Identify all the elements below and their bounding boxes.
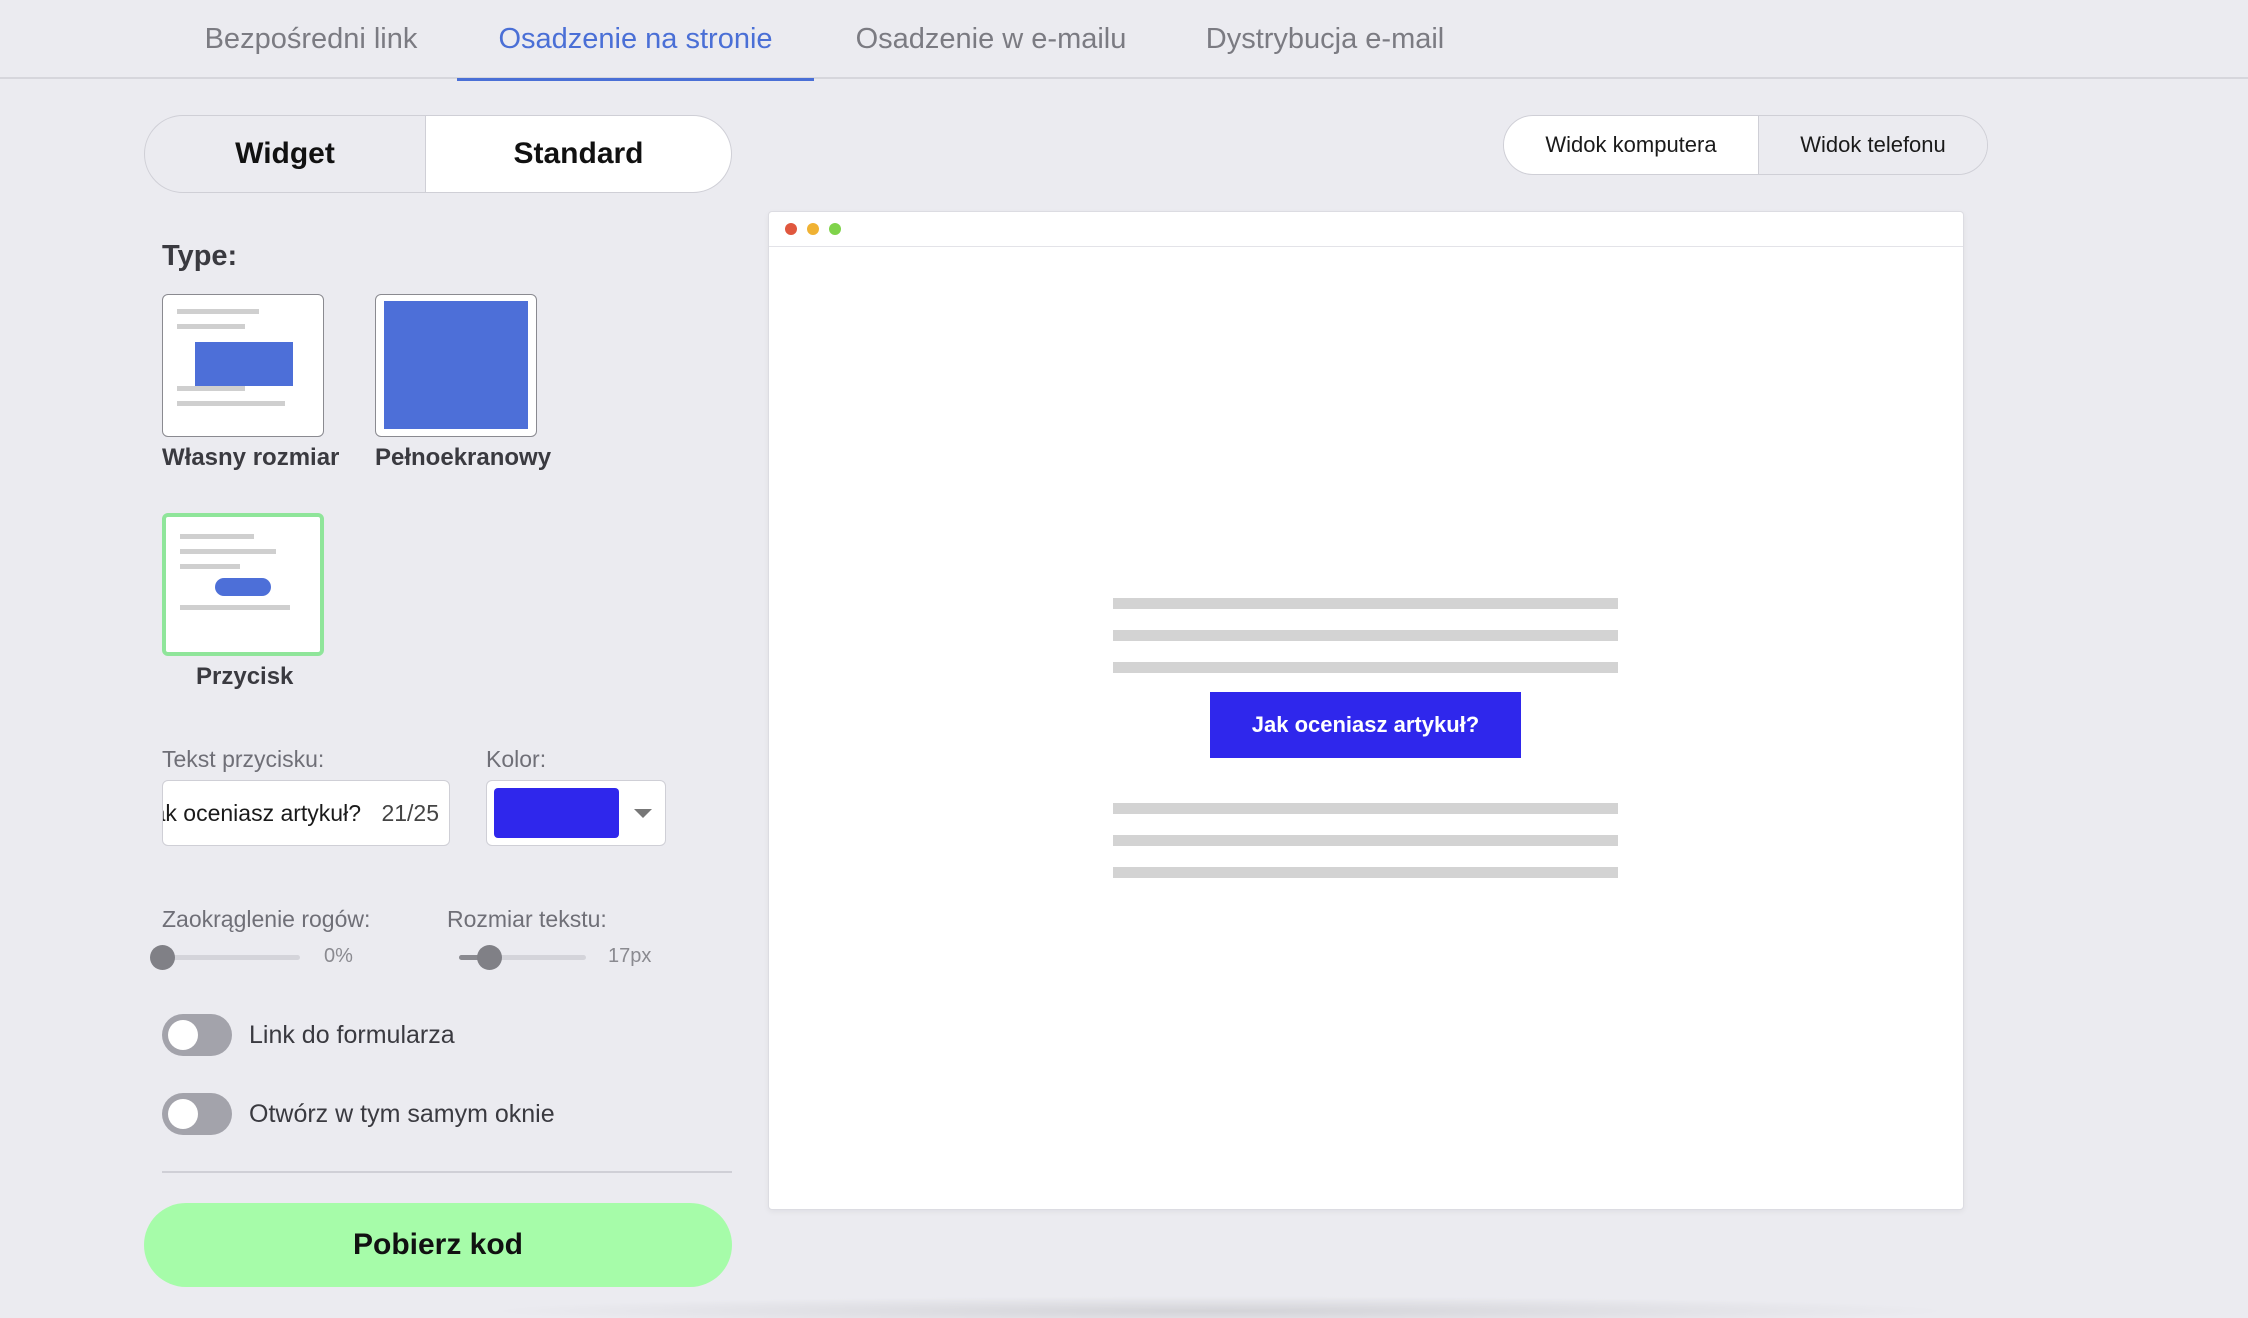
thumbnail-line (177, 309, 259, 314)
type-option-button[interactable] (162, 513, 324, 656)
slider-thumb[interactable] (150, 945, 175, 970)
open-same-window-label: Otwórz w tym samym oknie (249, 1100, 555, 1128)
thumbnail-line (180, 534, 254, 539)
text-size-slider[interactable] (459, 942, 586, 972)
preview-text-line (1113, 662, 1618, 673)
thumbnail-line (177, 324, 245, 329)
mode-switch: Widget Standard (144, 115, 732, 193)
type-caption-button: Przycisk (196, 663, 294, 690)
type-caption-fullscreen: Pełnoekranowy (375, 444, 552, 471)
thumbnail-button-pill (215, 578, 271, 596)
window-minimize-dot-icon (807, 223, 819, 235)
thumbnail-line (180, 549, 276, 554)
thumbnail-embed-block (195, 342, 293, 386)
preview-titlebar (769, 212, 1963, 247)
type-caption-custom-size: Własny rozmiar (162, 444, 340, 471)
corner-radius-slider[interactable] (150, 942, 300, 972)
thumbnail-line (180, 564, 240, 569)
divider (162, 1171, 732, 1173)
thumbnail-fullscreen-block (384, 301, 528, 429)
open-same-window-toggle[interactable] (162, 1093, 232, 1135)
corner-radius-label: Zaokrąglenie rogów: (162, 906, 371, 932)
tab-embed-in-email[interactable]: Osadzenie w e-mailu (838, 0, 1144, 79)
text-size-label: Rozmiar tekstu: (447, 906, 607, 932)
bottom-shadow (480, 1296, 1960, 1318)
slider-track (162, 955, 300, 960)
window-close-dot-icon (785, 223, 797, 235)
button-text-label: Tekst przycisku: (162, 746, 325, 772)
type-option-custom-size[interactable] (162, 294, 324, 437)
tab-direct-link[interactable]: Bezpośredni link (188, 0, 434, 79)
type-label: Type: (162, 240, 238, 272)
button-text-input[interactable]: Jak oceniasz artykuł? 21/25 (162, 780, 450, 846)
preview-text-line (1113, 867, 1618, 878)
thumbnail-line (180, 605, 290, 610)
link-to-form-toggle[interactable] (162, 1014, 232, 1056)
color-swatch (494, 788, 619, 838)
widget-mode-button[interactable]: Widget (145, 116, 425, 192)
tab-email-distribution[interactable]: Dystrybucja e-mail (1190, 0, 1460, 79)
corner-radius-value: 0% (324, 945, 353, 967)
tab-embed-on-page[interactable]: Osadzenie na stronie (457, 0, 814, 81)
toggle-knob (168, 1020, 198, 1050)
thumbnail-line (177, 401, 285, 406)
tab-bar: Bezpośredni link Osadzenie na stronie Os… (0, 0, 2248, 81)
preview-text-line (1113, 630, 1618, 641)
character-counter: 21/25 (381, 799, 439, 826)
preview-text-line (1113, 803, 1618, 814)
chevron-down-icon (634, 809, 652, 818)
preview-survey-button[interactable]: Jak oceniasz artykuł? (1210, 692, 1521, 758)
text-size-value: 17px (608, 945, 652, 967)
button-text-value: Jak oceniasz artykuł? (162, 799, 361, 826)
type-option-fullscreen[interactable] (375, 294, 537, 437)
preview-text-line (1113, 598, 1618, 609)
link-to-form-label: Link do formularza (249, 1021, 455, 1049)
color-picker[interactable] (486, 780, 666, 846)
view-switch: Widok komputera Widok telefonu (1503, 115, 1988, 175)
window-maximize-dot-icon (829, 223, 841, 235)
standard-mode-button[interactable]: Standard (425, 116, 731, 192)
toggle-knob (168, 1099, 198, 1129)
desktop-view-button[interactable]: Widok komputera (1504, 116, 1758, 174)
thumbnail-line (177, 386, 245, 391)
preview-text-line (1113, 835, 1618, 846)
phone-view-button[interactable]: Widok telefonu (1758, 116, 1987, 174)
get-code-button[interactable]: Pobierz kod (144, 1203, 732, 1287)
slider-thumb[interactable] (477, 945, 503, 970)
color-label: Kolor: (486, 746, 547, 772)
